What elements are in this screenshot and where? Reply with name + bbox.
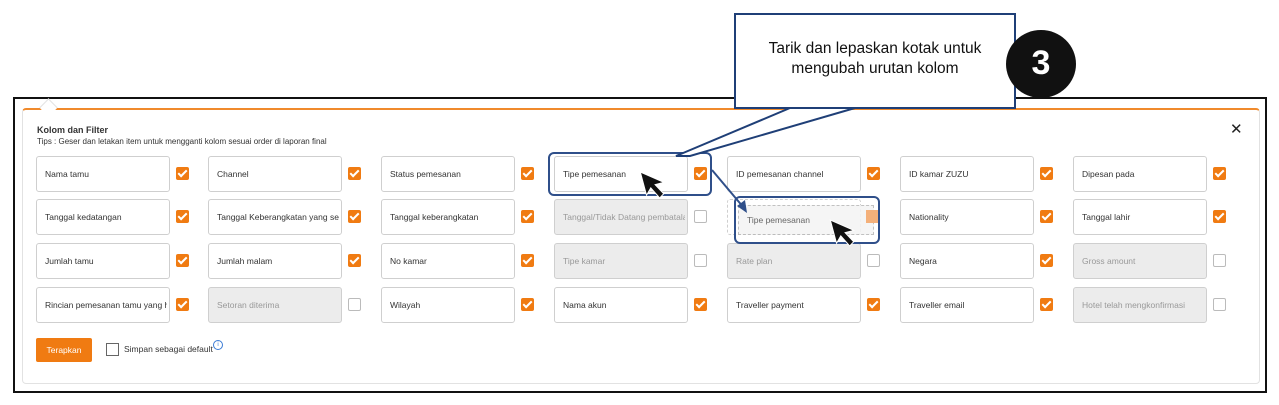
callout-tail <box>675 107 856 157</box>
annotation-overlay <box>639 107 856 247</box>
callout-text: Tarik dan lepaskan kotak untuk mengubah … <box>768 40 982 77</box>
cursor-icon-source <box>639 171 666 199</box>
step-number-badge: 3 <box>1006 30 1076 98</box>
cursor-icon-target <box>829 219 856 247</box>
instruction-callout: Tarik dan lepaskan kotak untuk mengubah … <box>734 13 1016 109</box>
drag-arrow-line <box>711 169 745 209</box>
